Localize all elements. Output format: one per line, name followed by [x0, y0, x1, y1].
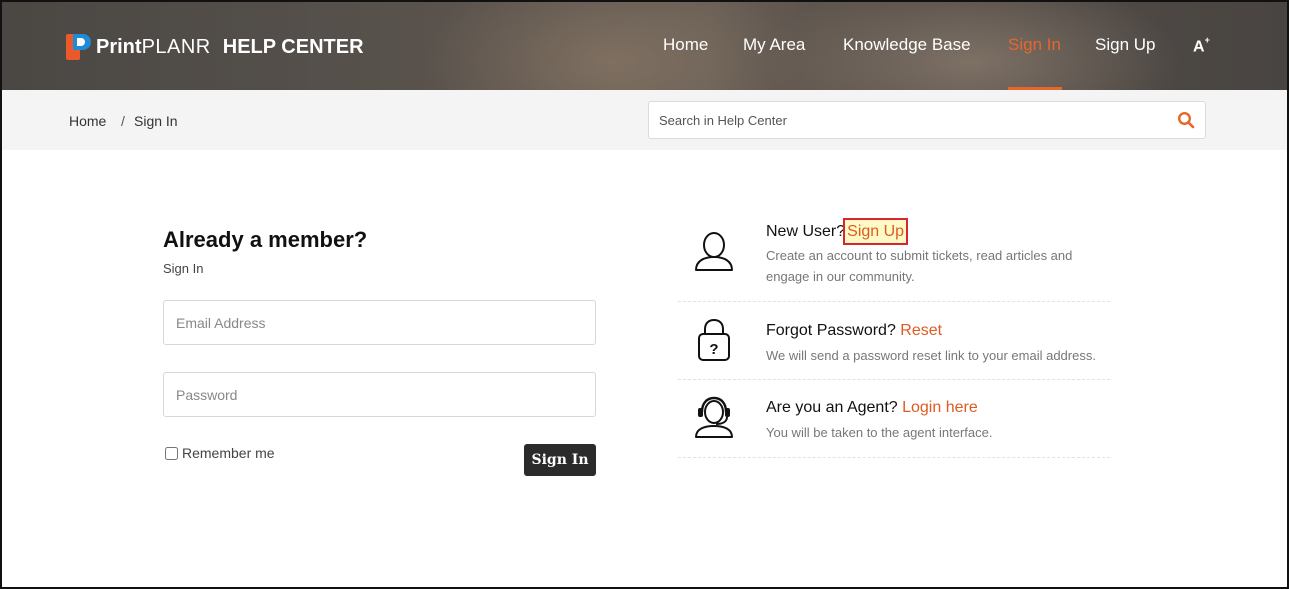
email-field	[163, 300, 596, 345]
nav-sign-in[interactable]: Sign In	[1008, 35, 1061, 55]
option-agent: Are you an Agent? Login here You will be…	[678, 380, 1110, 458]
user-icon	[695, 232, 733, 271]
padlock-question-icon: ?	[698, 318, 730, 361]
option-agent-heading: Are you an Agent? Login here	[766, 399, 978, 417]
option-agent-question: Are you an Agent?	[766, 399, 898, 416]
breadcrumb-bar: Home / Sign In	[2, 90, 1287, 150]
brand-name-bold: Print	[96, 35, 142, 58]
breadcrumb-separator: /	[121, 113, 125, 129]
brand-suffix: HELP CENTER	[222, 35, 364, 58]
site-header: Print PLANR HELP CENTER Home My Area Kno…	[2, 2, 1287, 90]
password-field	[163, 372, 596, 417]
agent-login-link[interactable]: Login here	[902, 399, 978, 416]
search-box	[648, 101, 1206, 139]
option-forgot-password-description: We will send a password reset link to yo…	[766, 348, 1096, 363]
nav-home[interactable]: Home	[663, 35, 708, 55]
option-new-user-heading: New User? Sign Up	[766, 218, 909, 245]
signin-title: Already a member?	[163, 227, 368, 252]
option-new-user-question: New User?	[766, 223, 846, 240]
nav-sign-up[interactable]: Sign Up	[1095, 35, 1155, 55]
reset-link[interactable]: Reset	[900, 322, 942, 339]
remember-me-checkbox[interactable]	[165, 446, 178, 460]
page-frame: Print PLANR HELP CENTER Home My Area Kno…	[0, 0, 1289, 589]
option-new-user: New User? Sign Up Create an account to su…	[678, 210, 1110, 302]
remember-me-label: Remember me	[182, 445, 275, 461]
printplanr-logo-icon	[66, 34, 92, 60]
search-icon[interactable]	[1177, 111, 1195, 129]
brand-logo[interactable]: Print PLANR HELP CENTER	[66, 33, 364, 61]
signin-subtitle: Sign In	[163, 261, 204, 276]
option-forgot-password-heading: Forgot Password? Reset	[766, 322, 942, 340]
breadcrumb-home[interactable]: Home	[69, 113, 106, 129]
option-forgot-password: ? Forgot Password? Reset We will send a …	[678, 302, 1110, 380]
nav-knowledge-base[interactable]: Knowledge Base	[843, 35, 971, 55]
remember-me[interactable]: Remember me	[165, 445, 275, 461]
sign-in-button[interactable]: Sign In	[524, 444, 596, 476]
search-input[interactable]	[649, 102, 1149, 138]
nav-my-area[interactable]: My Area	[743, 35, 805, 55]
brand-name-light: PLANR	[141, 35, 211, 58]
option-forgot-password-question: Forgot Password?	[766, 322, 896, 339]
breadcrumb-current: Sign In	[134, 113, 178, 129]
sign-up-link[interactable]: Sign Up	[843, 218, 909, 245]
font-size-icon[interactable]: A+	[1193, 35, 1210, 56]
font-size-icon-plus: +	[1204, 35, 1210, 45]
password-input[interactable]	[164, 373, 595, 416]
option-new-user-description: Create an account to submit tickets, rea…	[766, 248, 1073, 284]
email-input[interactable]	[164, 301, 595, 344]
option-agent-description: You will be taken to the agent interface…	[766, 425, 993, 440]
agent-headset-icon	[695, 396, 733, 438]
font-size-icon-letter: A	[1193, 38, 1205, 56]
svg-text:?: ?	[709, 341, 718, 358]
